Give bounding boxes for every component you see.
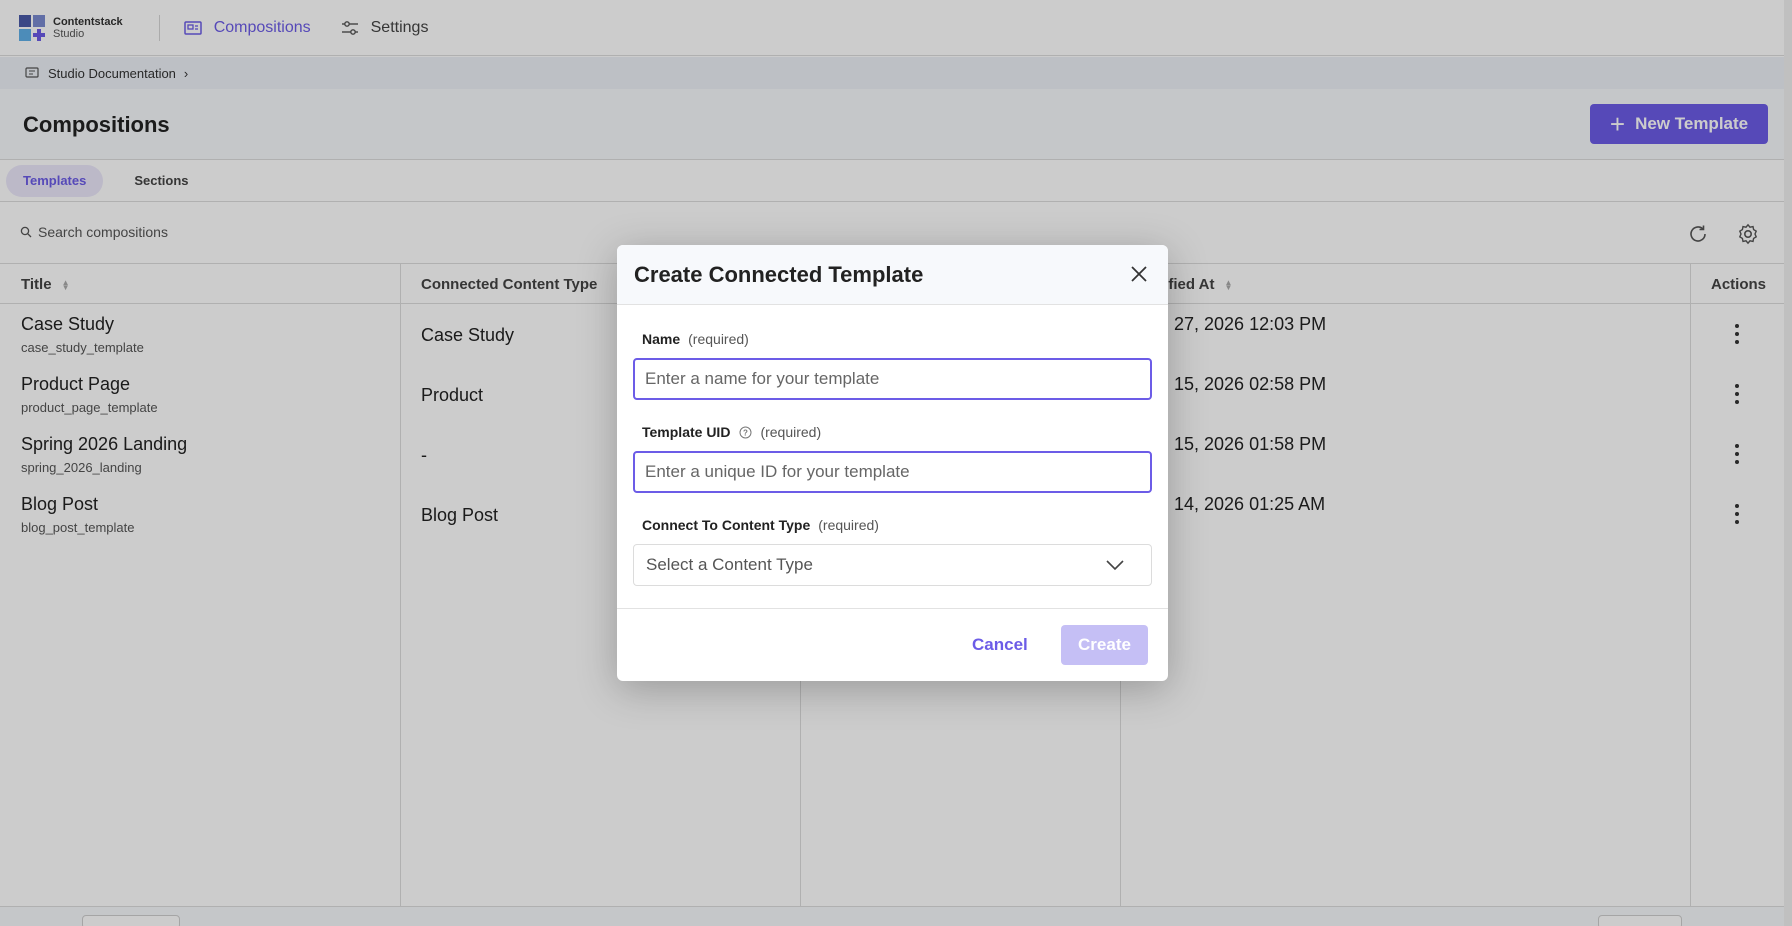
content-type-label: Connect To Content Type (required)	[642, 517, 879, 533]
chevron-down-icon	[1106, 560, 1124, 571]
svg-text:?: ?	[743, 428, 748, 437]
template-uid-label: Template UID ? (required)	[642, 424, 822, 440]
content-type-select[interactable]: Select a Content Type	[633, 544, 1152, 586]
template-uid-field[interactable]	[633, 451, 1152, 493]
name-label: Name (required)	[642, 331, 749, 347]
modal-header: Create Connected Template	[617, 245, 1168, 305]
name-field[interactable]	[633, 358, 1152, 400]
close-icon[interactable]	[1129, 264, 1149, 284]
modal-title: Create Connected Template	[634, 262, 924, 287]
content-type-select-value: Select a Content Type	[646, 555, 813, 574]
modal-footer: Cancel Create	[617, 608, 1168, 681]
help-icon[interactable]: ?	[739, 426, 752, 439]
create-button[interactable]: Create	[1061, 625, 1148, 665]
create-template-modal: Create Connected Template Name (required…	[617, 245, 1168, 681]
cancel-button[interactable]: Cancel	[972, 625, 1028, 665]
